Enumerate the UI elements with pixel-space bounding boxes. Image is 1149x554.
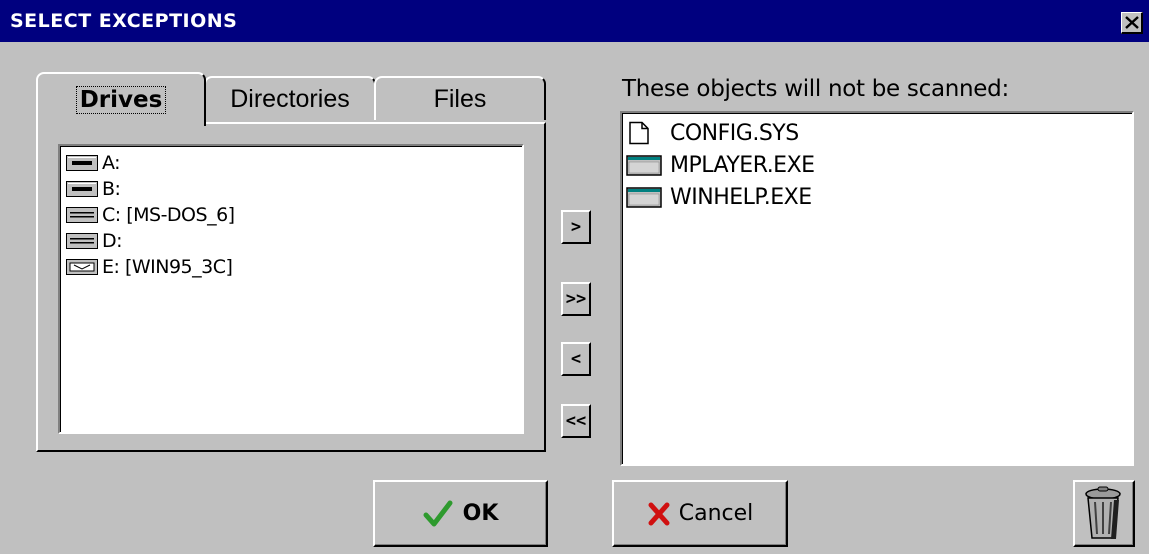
cdrom-drive-icon (66, 259, 98, 275)
list-item[interactable]: D: (66, 228, 516, 254)
remove-button[interactable]: < (561, 342, 591, 376)
list-item[interactable]: MPLAYER.EXE (626, 149, 1128, 181)
ok-label: OK (462, 501, 499, 526)
tab-drives[interactable]: Drives (36, 72, 206, 126)
check-icon (423, 500, 453, 526)
drive-label: D: (102, 230, 123, 252)
drive-label: B: (102, 178, 121, 200)
list-item[interactable]: B: (66, 176, 516, 202)
drive-label: C: [MS-DOS_6] (102, 204, 235, 226)
list-item[interactable]: A: (66, 150, 516, 176)
tab-files[interactable]: Files (374, 76, 546, 120)
excluded-item-label: CONFIG.SYS (670, 120, 799, 146)
window-title: SELECT EXCEPTIONS (10, 10, 238, 32)
remove-all-button[interactable]: << (561, 404, 591, 438)
x-icon (648, 502, 670, 525)
hard-drive-icon (66, 207, 98, 223)
add-all-button[interactable]: >> (561, 282, 591, 316)
ok-button[interactable]: OK (373, 480, 548, 547)
close-icon (1125, 16, 1139, 29)
list-item[interactable]: C: [MS-DOS_6] (66, 202, 516, 228)
cancel-button[interactable]: Cancel (612, 480, 788, 547)
exclusions-list[interactable]: CONFIG.SYS MPLAYER.EXE WINHELP.EXE (620, 111, 1134, 466)
drive-list[interactable]: A: B: C: [MS-DOS_6] D: E: [WIN95_3C] (58, 144, 524, 434)
tab-files-label: Files (433, 84, 487, 113)
list-item[interactable]: WINHELP.EXE (626, 181, 1128, 213)
document-icon (629, 121, 649, 145)
close-button[interactable] (1121, 12, 1143, 34)
list-item[interactable]: CONFIG.SYS (626, 117, 1128, 149)
tab-directories-label: Directories (230, 84, 350, 113)
floppy-drive-icon (66, 181, 98, 197)
excluded-item-label: MPLAYER.EXE (670, 152, 815, 178)
list-item[interactable]: E: [WIN95_3C] (66, 254, 516, 280)
drive-label: A: (102, 152, 121, 174)
title-bar: SELECT EXCEPTIONS (0, 0, 1149, 42)
cancel-label: Cancel (678, 501, 754, 526)
application-icon (626, 155, 662, 176)
floppy-drive-icon (66, 155, 98, 171)
drives-tab-panel: A: B: C: [MS-DOS_6] D: E: [WIN95_3C] (36, 122, 546, 452)
add-button[interactable]: > (561, 210, 591, 244)
exclusions-caption: These objects will not be scanned: (622, 76, 1009, 102)
trash-can-icon (1085, 486, 1121, 539)
tab-drives-label: Drives (75, 86, 167, 114)
tab-directories[interactable]: Directories (204, 76, 376, 120)
hard-drive-icon (66, 233, 98, 249)
drive-label: E: [WIN95_3C] (102, 256, 233, 278)
trash-button[interactable] (1073, 480, 1135, 547)
application-icon (626, 187, 662, 208)
excluded-item-label: WINHELP.EXE (670, 184, 812, 210)
